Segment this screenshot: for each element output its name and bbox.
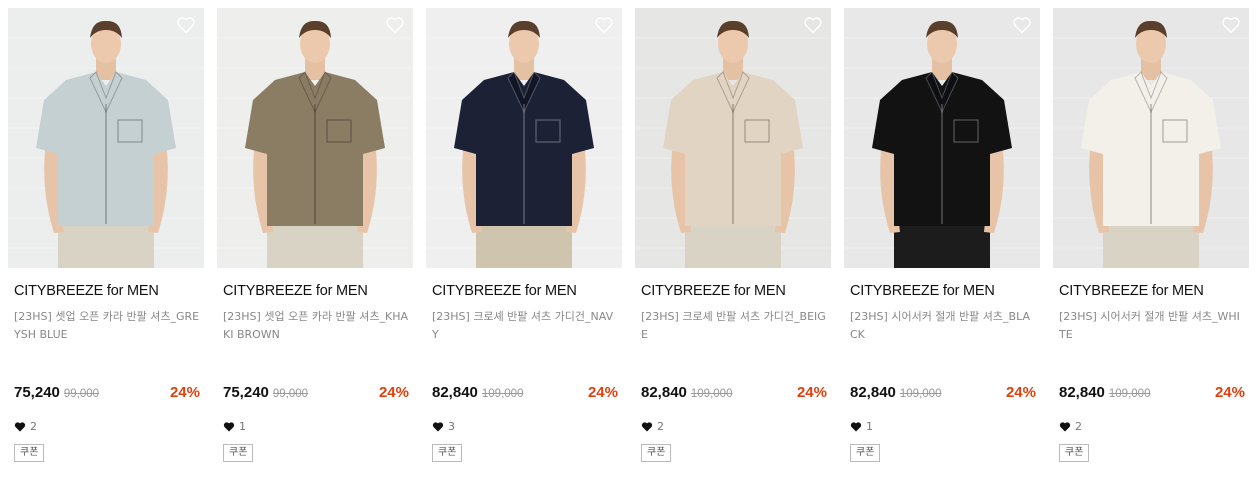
discount-rate: 24% [1005, 384, 1036, 401]
product-name[interactable]: [23HS] 셋업 오픈 카라 반팔 셔츠_GREYSH BLUE [8, 308, 200, 344]
brand-name[interactable]: CITYBREEZE for MEN [426, 283, 622, 299]
product-photo [1053, 8, 1249, 268]
original-price: 109,000 [690, 388, 733, 400]
heart-filled-icon [1059, 421, 1071, 431]
product-photo [8, 8, 204, 268]
like-count: 2 [641, 419, 664, 433]
discount-rate: 24% [169, 384, 200, 401]
brand-name[interactable]: CITYBREEZE for MEN [635, 283, 831, 299]
sale-price: 82,840 [850, 384, 896, 401]
sale-price: 75,240 [14, 384, 60, 401]
product-photo [635, 8, 831, 268]
product-image[interactable] [635, 8, 831, 268]
like-count-value: 3 [448, 419, 455, 433]
like-count-value: 1 [866, 419, 873, 433]
heart-filled-icon [432, 421, 444, 431]
sale-price: 82,840 [432, 384, 478, 401]
product-card[interactable]: CITYBREEZE for MEN [23HS] 크로셰 반팔 셔츠 가디건_… [426, 8, 622, 488]
wishlist-heart-icon[interactable] [803, 16, 823, 34]
discount-rate: 24% [1214, 384, 1245, 401]
price-row: 82,840 109,000 24% [850, 384, 1036, 406]
product-card[interactable]: CITYBREEZE for MEN [23HS] 셋업 오픈 카라 반팔 셔츠… [217, 8, 413, 488]
coupon-badge: 쿠폰 [1059, 444, 1090, 462]
price-row: 82,840 109,000 24% [1059, 384, 1245, 406]
heart-filled-icon [850, 421, 862, 431]
product-image[interactable] [1053, 8, 1249, 268]
coupon-badge: 쿠폰 [223, 444, 254, 462]
price-row: 82,840 109,000 24% [432, 384, 618, 406]
product-card[interactable]: CITYBREEZE for MEN [23HS] 시어서커 절개 반팔 셔츠_… [1053, 8, 1249, 488]
product-name[interactable]: [23HS] 크로셰 반팔 셔츠 가디건_NAVY [426, 308, 618, 344]
wishlist-heart-icon[interactable] [385, 16, 405, 34]
coupon-badge: 쿠폰 [14, 444, 45, 462]
product-name[interactable]: [23HS] 크로셰 반팔 셔츠 가디건_BEIGE [635, 308, 827, 344]
product-image[interactable] [8, 8, 204, 268]
wishlist-heart-icon[interactable] [1221, 16, 1241, 34]
product-image[interactable] [844, 8, 1040, 268]
like-count: 2 [14, 419, 37, 433]
price-row: 75,240 99,000 24% [223, 384, 409, 406]
like-count-value: 2 [657, 419, 664, 433]
like-count: 1 [850, 419, 873, 433]
original-price: 109,000 [481, 388, 524, 400]
like-count-value: 2 [1075, 419, 1082, 433]
sale-price: 75,240 [223, 384, 269, 401]
coupon-badge: 쿠폰 [641, 444, 672, 462]
wishlist-heart-icon[interactable] [176, 16, 196, 34]
product-photo [844, 8, 1040, 268]
like-count: 2 [1059, 419, 1082, 433]
product-image[interactable] [217, 8, 413, 268]
product-name[interactable]: [23HS] 시어서커 절개 반팔 셔츠_WHITE [1053, 308, 1245, 344]
coupon-badge: 쿠폰 [432, 444, 463, 462]
original-price: 99,000 [63, 388, 100, 400]
like-count-value: 2 [30, 419, 37, 433]
product-card[interactable]: CITYBREEZE for MEN [23HS] 크로셰 반팔 셔츠 가디건_… [635, 8, 831, 488]
product-photo [426, 8, 622, 268]
discount-rate: 24% [378, 384, 409, 401]
brand-name[interactable]: CITYBREEZE for MEN [844, 283, 1040, 299]
product-photo [217, 8, 413, 268]
brand-name[interactable]: CITYBREEZE for MEN [217, 283, 413, 299]
heart-filled-icon [14, 421, 26, 431]
product-name[interactable]: [23HS] 시어서커 절개 반팔 셔츠_BLACK [844, 308, 1036, 344]
product-image[interactable] [426, 8, 622, 268]
wishlist-heart-icon[interactable] [1012, 16, 1032, 34]
product-grid: CITYBREEZE for MEN [23HS] 셋업 오픈 카라 반팔 셔츠… [0, 0, 1256, 499]
discount-rate: 24% [796, 384, 827, 401]
sale-price: 82,840 [1059, 384, 1105, 401]
heart-filled-icon [641, 421, 653, 431]
like-count-value: 1 [239, 419, 246, 433]
coupon-badge: 쿠폰 [850, 444, 881, 462]
like-count: 3 [432, 419, 455, 433]
like-count: 1 [223, 419, 246, 433]
heart-filled-icon [223, 421, 235, 431]
discount-rate: 24% [587, 384, 618, 401]
price-row: 75,240 99,000 24% [14, 384, 200, 406]
original-price: 109,000 [899, 388, 942, 400]
brand-name[interactable]: CITYBREEZE for MEN [8, 283, 204, 299]
product-card[interactable]: CITYBREEZE for MEN [23HS] 셋업 오픈 카라 반팔 셔츠… [8, 8, 204, 488]
product-name[interactable]: [23HS] 셋업 오픈 카라 반팔 셔츠_KHAKI BROWN [217, 308, 409, 344]
wishlist-heart-icon[interactable] [594, 16, 614, 34]
original-price: 99,000 [272, 388, 309, 400]
price-row: 82,840 109,000 24% [641, 384, 827, 406]
brand-name[interactable]: CITYBREEZE for MEN [1053, 283, 1249, 299]
product-card[interactable]: CITYBREEZE for MEN [23HS] 시어서커 절개 반팔 셔츠_… [844, 8, 1040, 488]
sale-price: 82,840 [641, 384, 687, 401]
original-price: 109,000 [1108, 388, 1151, 400]
